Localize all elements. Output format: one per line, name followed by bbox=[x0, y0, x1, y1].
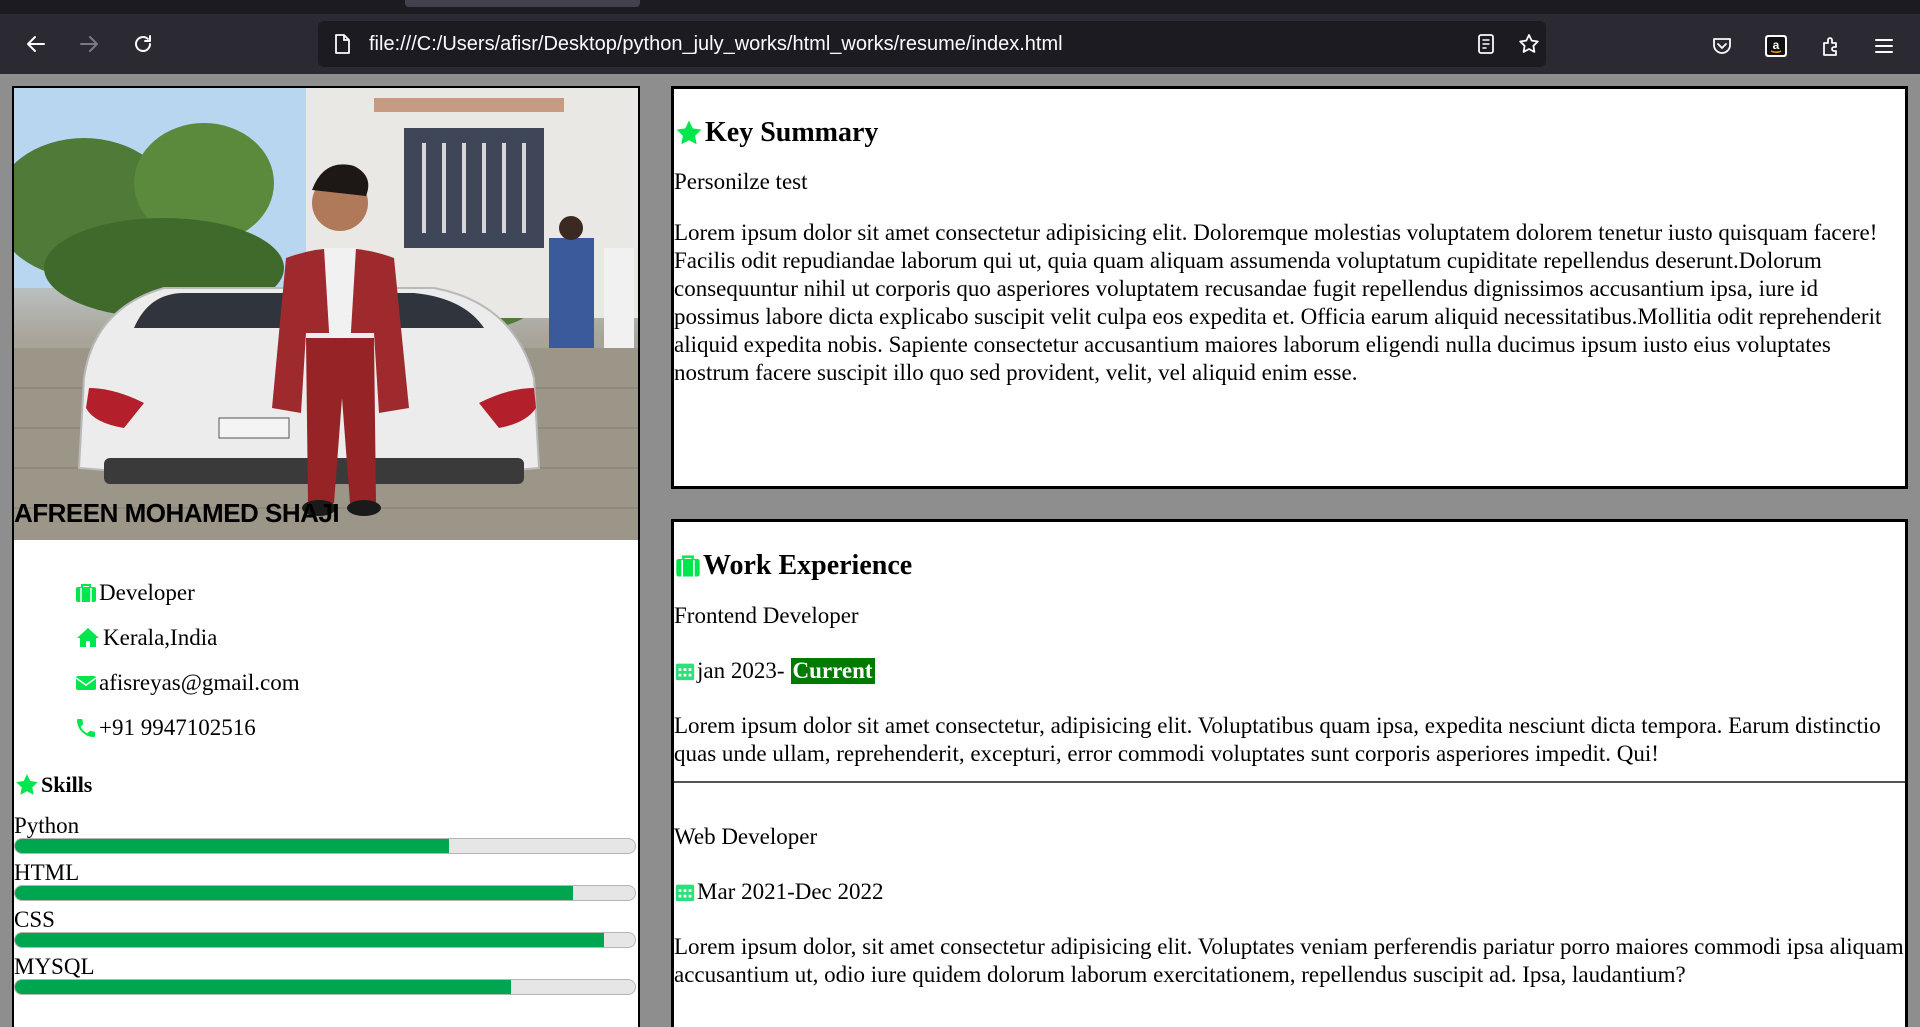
url-text[interactable]: file:///C:/Users/afisr/Desktop/python_ju… bbox=[369, 32, 1063, 56]
app-menu-button[interactable] bbox=[1870, 32, 1898, 60]
skill-progress-bar bbox=[14, 932, 636, 948]
skill-progress-bar bbox=[14, 979, 636, 995]
info-location-text: Kerala,India bbox=[103, 624, 218, 650]
pocket-button[interactable] bbox=[1708, 32, 1736, 60]
reload-icon bbox=[135, 35, 151, 52]
skill-item: MYSQL bbox=[14, 955, 638, 995]
job-date: jan 2023- Current bbox=[674, 658, 1905, 684]
profile-photo-art bbox=[14, 88, 638, 540]
current-badge: Current bbox=[790, 658, 875, 684]
info-phone: +91 9947102516 bbox=[74, 705, 638, 750]
skill-progress-fill bbox=[15, 933, 604, 947]
star-icon bbox=[16, 774, 38, 795]
forward-icon bbox=[80, 36, 98, 52]
job-title: Frontend Developer bbox=[674, 603, 859, 628]
skill-label: MYSQL bbox=[14, 954, 95, 979]
work-experience-title: Work Experience bbox=[703, 550, 913, 581]
skill-item: Python bbox=[14, 814, 638, 854]
svg-text:a: a bbox=[1773, 38, 1780, 52]
work-experience-heading: Work Experience bbox=[674, 550, 1905, 582]
job-description: Lorem ipsum dolor, sit amet consectetur … bbox=[674, 934, 1904, 987]
active-tab[interactable] bbox=[405, 0, 640, 7]
work-experience-card: Work Experience Frontend Developer jan 2… bbox=[671, 519, 1908, 1027]
job-date-text: jan 2023- bbox=[697, 658, 785, 683]
url-bar[interactable]: file:///C:/Users/afisr/Desktop/python_ju… bbox=[318, 21, 1546, 67]
skills-list: Python HTML CSS MYSQL bbox=[14, 814, 638, 995]
info-email: afisreyas@gmail.com bbox=[74, 660, 638, 705]
skill-label: CSS bbox=[14, 907, 55, 932]
briefcase-icon bbox=[676, 555, 700, 577]
home-icon bbox=[77, 627, 99, 647]
skill-item: HTML bbox=[14, 861, 638, 901]
skill-label: Python bbox=[14, 813, 80, 838]
key-summary-card: Key Summary Personilze test Lorem ipsum … bbox=[671, 86, 1908, 489]
info-email-text: afisreyas@gmail.com bbox=[99, 669, 300, 695]
skill-progress-bar bbox=[14, 885, 636, 901]
summary-body: Lorem ipsum dolor sit amet consectetur a… bbox=[674, 220, 1882, 385]
job-entry: Web Developer Mar 2021-Dec 2022 Lorem ip… bbox=[674, 823, 1905, 989]
info-role-text: Developer bbox=[99, 579, 195, 605]
job-description: Lorem ipsum dolor sit amet consectetur, … bbox=[674, 713, 1881, 766]
key-summary-title: Key Summary bbox=[705, 117, 879, 148]
skill-progress-fill bbox=[15, 839, 449, 853]
envelope-icon bbox=[75, 675, 97, 690]
info-role: Developer bbox=[74, 570, 638, 615]
job-date-text: Mar 2021-Dec 2022 bbox=[697, 879, 884, 904]
page-icon bbox=[335, 34, 350, 54]
skills-title: Skills bbox=[41, 772, 93, 797]
calendar-icon bbox=[675, 884, 695, 902]
extensions-icon bbox=[1823, 37, 1837, 56]
key-summary-heading: Key Summary bbox=[674, 117, 1905, 149]
profile-name: AFREEN MOHAMED SHAJI bbox=[14, 498, 340, 528]
skill-label: HTML bbox=[14, 860, 80, 885]
skill-item: CSS bbox=[14, 908, 638, 948]
info-location: Kerala,India bbox=[74, 615, 638, 660]
job-date: Mar 2021-Dec 2022 bbox=[674, 879, 1905, 905]
back-button[interactable] bbox=[20, 28, 52, 60]
profile-photo: AFREEN MOHAMED SHAJI bbox=[14, 88, 638, 540]
skills-heading: Skills bbox=[14, 772, 638, 798]
job-divider bbox=[674, 781, 1905, 783]
reader-view-icon[interactable] bbox=[1474, 32, 1498, 56]
extensions-button[interactable] bbox=[1817, 32, 1845, 60]
summary-subtitle: Personilze test bbox=[674, 169, 808, 194]
skill-progress-fill bbox=[15, 980, 511, 994]
browser-toolbar: file:///C:/Users/afisr/Desktop/python_ju… bbox=[0, 14, 1920, 74]
amazon-extension-button[interactable]: a bbox=[1762, 32, 1790, 60]
info-phone-text: +91 9947102516 bbox=[99, 714, 256, 740]
pocket-icon bbox=[1713, 38, 1731, 54]
menu-icon bbox=[1875, 39, 1893, 53]
forward-button[interactable] bbox=[73, 28, 105, 60]
amazon-icon: a bbox=[1765, 35, 1787, 57]
reload-button[interactable] bbox=[127, 28, 159, 60]
star-icon bbox=[676, 120, 702, 145]
profile-sidebar: AFREEN MOHAMED SHAJI Developer Kerala,In… bbox=[12, 86, 640, 1027]
phone-icon bbox=[77, 718, 95, 737]
skill-progress-bar bbox=[14, 838, 636, 854]
skill-progress-fill bbox=[15, 886, 573, 900]
job-entry: Frontend Developer jan 2023- Current Lor… bbox=[674, 602, 1905, 768]
back-icon bbox=[27, 36, 45, 52]
tab-strip bbox=[0, 0, 1920, 14]
calendar-icon bbox=[675, 663, 695, 681]
bookmark-star-icon[interactable] bbox=[1517, 32, 1541, 56]
contact-list: Developer Kerala,India afisreyas@gmail.c… bbox=[14, 570, 638, 750]
briefcase-icon bbox=[76, 583, 96, 602]
job-title: Web Developer bbox=[674, 824, 818, 849]
